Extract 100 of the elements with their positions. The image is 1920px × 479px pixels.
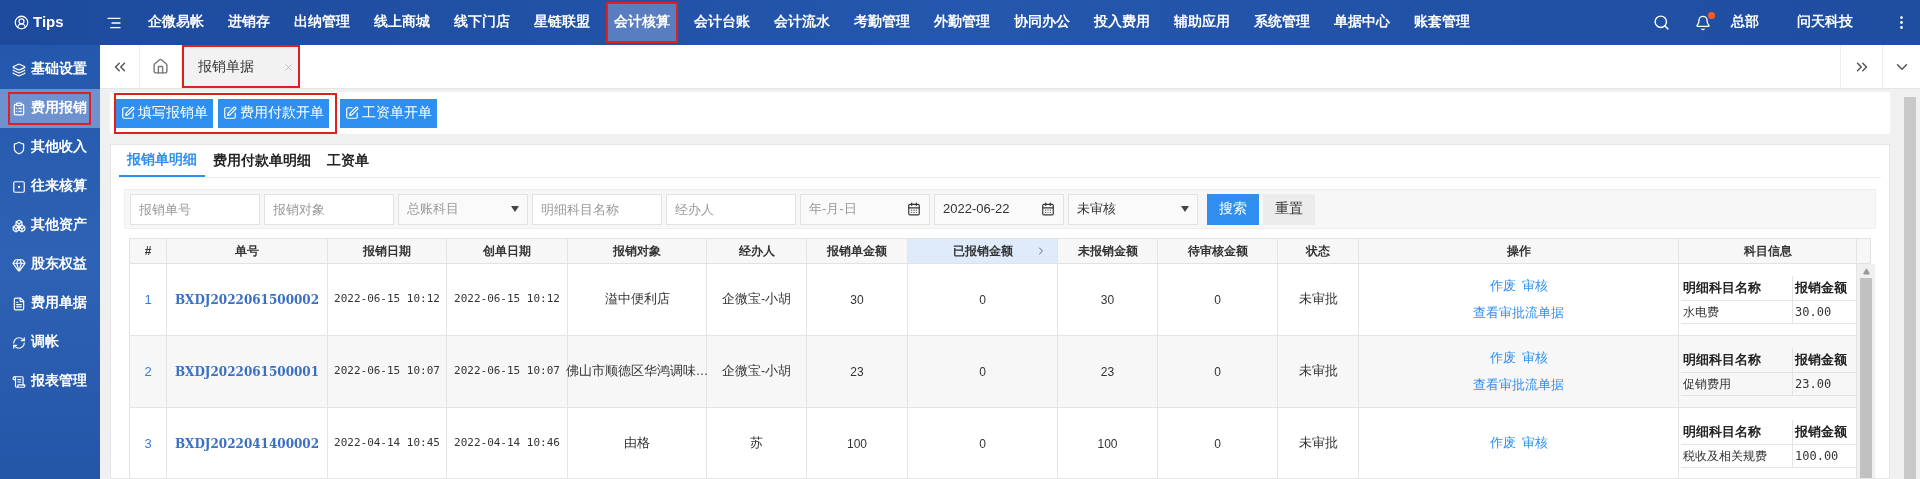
column-header[interactable]: 未报销金额 xyxy=(1058,239,1158,263)
detail-cell: 税收及相关规费 xyxy=(1681,444,1793,467)
document-number-link[interactable]: BXDJ2022061500002 xyxy=(174,290,320,309)
text-input-field[interactable]: 明细科目名称 xyxy=(532,193,662,225)
action-link[interactable]: 作废 xyxy=(1489,276,1516,296)
table-cell: 2022-04-14 10:45 xyxy=(334,435,440,452)
nav-item[interactable]: 辅助应用 xyxy=(1168,4,1236,41)
nav-item[interactable]: 出纳管理 xyxy=(288,4,356,41)
table-cell: 2022-06-15 10:12 xyxy=(334,291,440,308)
shield-icon xyxy=(12,140,26,155)
text-input-field[interactable]: 报销单号 xyxy=(130,193,260,225)
row-index: 3 xyxy=(144,434,152,453)
column-header[interactable]: 状态 xyxy=(1278,239,1359,263)
date-field[interactable]: 2022-06-22 xyxy=(934,193,1064,225)
refresh-icon xyxy=(12,335,26,350)
clipboard-icon xyxy=(12,101,26,116)
nav-item[interactable]: 外勤管理 xyxy=(928,4,996,41)
nav-item[interactable]: 会计流水 xyxy=(768,4,836,41)
column-header[interactable]: 待审核金额 xyxy=(1158,239,1278,263)
text-input-field[interactable]: 报销对象 xyxy=(264,193,394,225)
page-tab[interactable]: 报销单据 xyxy=(182,45,300,88)
action-link[interactable]: 审核 xyxy=(1521,276,1548,296)
calendar-icon xyxy=(907,202,921,216)
column-header[interactable]: 科目信息 xyxy=(1679,239,1857,263)
bell-icon[interactable] xyxy=(1695,14,1711,31)
nav-item[interactable]: 账套管理 xyxy=(1408,4,1476,41)
sidebar-item[interactable]: 费用单据 xyxy=(0,284,100,323)
select-field[interactable]: 未审核 xyxy=(1068,193,1198,225)
table-cell-text: 0 xyxy=(1214,363,1221,381)
nav-item[interactable]: 线上商城 xyxy=(368,4,436,41)
nav-item[interactable]: 进销存 xyxy=(222,4,276,41)
nav-item[interactable]: 会计核算 xyxy=(608,4,676,41)
branch-label[interactable]: 总部 xyxy=(1731,12,1759,33)
sidebar-item[interactable]: 基础设置 xyxy=(0,50,100,89)
table-cell-text: 未审批 xyxy=(1298,363,1338,381)
company-label[interactable]: 问天科技 xyxy=(1797,12,1853,33)
detail-header: 报销金额 xyxy=(1793,422,1848,441)
scroll-icon xyxy=(12,374,26,389)
square-icon xyxy=(12,179,26,194)
column-header[interactable]: 已报销金额 xyxy=(908,239,1058,263)
nav-item[interactable]: 会计台账 xyxy=(688,4,756,41)
table-cell-text: 0 xyxy=(979,363,986,381)
nav-item[interactable]: 协同办公 xyxy=(1008,4,1076,41)
action-link[interactable]: 作废 xyxy=(1489,434,1516,453)
sidebar-item[interactable]: 报表管理 xyxy=(0,362,100,401)
home-icon[interactable] xyxy=(152,58,169,75)
detail-cell: 水电费 xyxy=(1681,300,1793,323)
column-header[interactable]: 创单日期 xyxy=(447,239,568,263)
table-cell-text: 23 xyxy=(850,363,864,381)
dropdown-triangle-icon xyxy=(1181,206,1189,212)
document-number-link[interactable]: BXDJ2022061500001 xyxy=(174,362,320,381)
row-index: 1 xyxy=(144,290,152,309)
sidebar-item[interactable]: 其他资产 xyxy=(0,206,100,245)
nav-item[interactable]: 系统管理 xyxy=(1248,4,1316,41)
nav-item[interactable]: 企微易帐 xyxy=(142,4,210,41)
column-header[interactable]: 操作 xyxy=(1359,239,1679,263)
table-cell-text: 未审批 xyxy=(1298,291,1338,309)
detail-header: 报销金额 xyxy=(1793,350,1848,369)
table-cell-text: 企微宝-小胡 xyxy=(721,291,792,309)
approval-flow-link[interactable]: 查看审批流单据 xyxy=(1473,303,1564,323)
reset-button[interactable]: 重置 xyxy=(1263,193,1315,225)
sidebar-item[interactable]: 股东权益 xyxy=(0,245,100,284)
detail-header: 明细科目名称 xyxy=(1681,275,1793,300)
sidebar-item[interactable]: 其他收入 xyxy=(0,128,100,167)
nav-item[interactable]: 单据中心 xyxy=(1328,4,1396,41)
table-cell: 2022-06-15 10:07 xyxy=(334,363,440,380)
column-header[interactable]: 单号 xyxy=(167,239,328,263)
table-cell-text: 100 xyxy=(847,435,867,453)
sidebar-item[interactable]: 调帐 xyxy=(0,323,100,362)
nav-item[interactable]: 投入费用 xyxy=(1088,4,1156,41)
layers-icon xyxy=(12,62,26,77)
detail-cell-text: 30.00 xyxy=(1794,303,1833,321)
action-link[interactable]: 审核 xyxy=(1521,434,1548,453)
nav-item[interactable]: 考勤管理 xyxy=(848,4,916,41)
column-header[interactable]: 报销日期 xyxy=(328,239,447,263)
content-tab[interactable]: 费用付款单明细 xyxy=(205,145,319,177)
nav-item[interactable]: 星链联盟 xyxy=(528,4,596,41)
column-header[interactable]: # xyxy=(130,239,167,263)
detail-cell-text: 23.00 xyxy=(1794,375,1833,393)
edit-icon xyxy=(345,106,359,120)
scrollbar-thumb[interactable] xyxy=(1860,278,1872,478)
search-icon[interactable] xyxy=(1653,14,1670,31)
content-tab[interactable]: 工资单 xyxy=(319,145,377,177)
table-cell-text: 30 xyxy=(850,291,864,309)
detail-header: 报销金额 xyxy=(1793,278,1848,297)
column-header[interactable]: 经办人 xyxy=(707,239,807,263)
table-cell-text: 未审批 xyxy=(1298,435,1338,453)
sidebar-item[interactable]: 往来核算 xyxy=(0,167,100,206)
table-cell-text: 0 xyxy=(1214,435,1221,453)
table-cell-text: 0 xyxy=(1214,291,1221,309)
column-header[interactable]: 报销对象 xyxy=(568,239,707,263)
document-number-link[interactable]: BXDJ2022041400002 xyxy=(174,434,320,453)
nav-item[interactable]: 线下门店 xyxy=(448,4,516,41)
table-cell-text: 0 xyxy=(979,435,986,453)
table-cell-text: 佛山市顺德区华鸿调味… xyxy=(565,363,709,381)
detail-cell: 促销费用 xyxy=(1681,372,1793,395)
text-input-field[interactable]: 经办人 xyxy=(666,193,796,225)
user-icon[interactable] xyxy=(14,15,29,30)
table-cell: 2022-06-15 10:07 xyxy=(454,363,560,380)
table-scrollbar[interactable] xyxy=(1857,264,1875,478)
